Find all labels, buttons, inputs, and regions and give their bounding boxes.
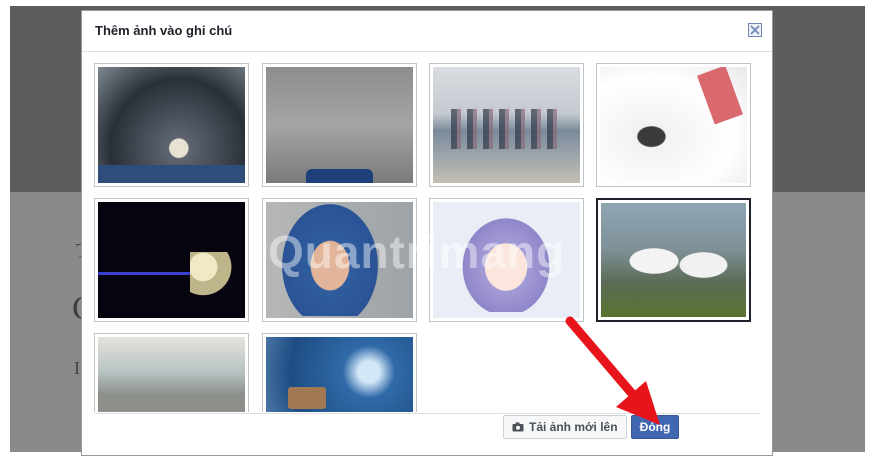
- annotation-arrow-icon: [565, 316, 660, 425]
- dialog-close-button[interactable]: [748, 23, 762, 37]
- photo-thumbnail[interactable]: [262, 63, 417, 187]
- watermark-logo: Quantrimang: [268, 226, 566, 278]
- background-text-fragment: I: [74, 358, 80, 378]
- dialog-title: Thêm ảnh vào ghi chú: [95, 23, 233, 38]
- dialog-header: Thêm ảnh vào ghi chú: [82, 11, 772, 52]
- close-icon: [750, 25, 760, 35]
- photo-thumbnail-selected[interactable]: [596, 198, 751, 322]
- photo-thumbnail[interactable]: [94, 63, 249, 187]
- camera-icon: [512, 422, 524, 432]
- photo-thumbnail[interactable]: [262, 333, 417, 412]
- photo-thumbnail[interactable]: [429, 63, 584, 187]
- photo-thumbnail[interactable]: [94, 198, 249, 322]
- photo-thumbnail[interactable]: [94, 333, 249, 412]
- photo-thumbnail[interactable]: [596, 63, 751, 187]
